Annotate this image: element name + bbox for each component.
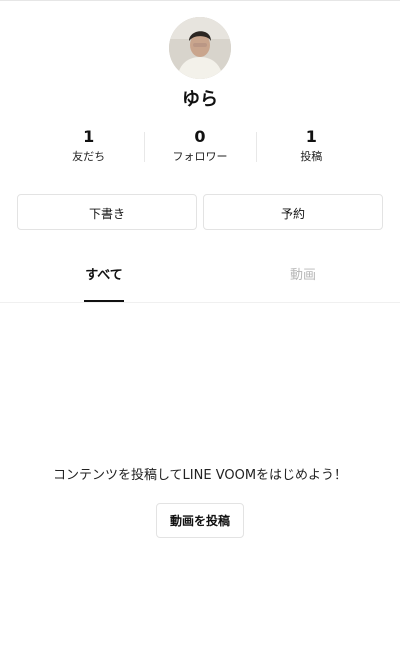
tab-video[interactable]: 動画 [263,256,343,302]
profile-name: ゆら [182,89,218,110]
friends-label: 友だち [72,150,106,163]
scheduled-button[interactable]: 予約 [203,194,383,230]
tab-all[interactable]: すべて [64,256,144,302]
empty-state-message: コンテンツを投稿してLINE VOOMをはじめよう！ [52,468,348,483]
followers-label: フォロワー [172,150,228,163]
post-video-button[interactable]: 動画を投稿 [156,503,244,538]
followers-count: 0 [194,127,206,146]
posts-label: 投稿 [300,150,323,163]
profile-stats: 1 友だち 0 フォロワー 1 投稿 [33,126,367,168]
profile-photo-icon [169,17,231,79]
content-tabs: すべて 動画 [0,256,400,303]
stat-friends[interactable]: 1 友だち [33,126,144,168]
drafts-button[interactable]: 下書き [17,194,197,230]
stat-posts[interactable]: 1 投稿 [255,126,367,168]
top-divider [0,0,400,1]
stat-followers[interactable]: 0 フォロワー [144,126,255,168]
avatar[interactable] [169,17,231,79]
posts-count: 1 [305,127,317,146]
friends-count: 1 [83,127,95,146]
